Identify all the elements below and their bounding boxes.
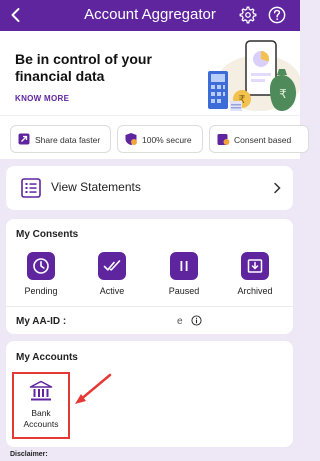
chevron-right-icon: [274, 182, 281, 194]
info-icon[interactable]: [191, 315, 202, 326]
consent-active-button[interactable]: Active: [87, 252, 137, 296]
aa-id-label: My AA-ID :: [16, 316, 67, 327]
shield-lock-icon: [125, 133, 137, 145]
consent-archived-label: Archived: [237, 286, 273, 296]
my-consents-heading: My Consents: [16, 229, 79, 240]
divider: [6, 306, 293, 307]
view-statements-card[interactable]: View Statements: [6, 166, 293, 210]
consent-active-label: Active: [99, 286, 125, 296]
consent-pending-button[interactable]: Pending: [16, 252, 66, 296]
know-more-link[interactable]: KNOW MORE: [15, 94, 69, 103]
pause-icon: [180, 261, 188, 271]
chip-label: 100% secure: [142, 135, 192, 145]
gear-icon[interactable]: [239, 6, 257, 24]
consent-archived-button[interactable]: Archived: [230, 252, 280, 296]
share-data-icon: [18, 133, 30, 145]
statement-list-icon: [21, 178, 41, 198]
chip-label: Share data faster: [35, 135, 101, 145]
consent-paused-label: Paused: [168, 286, 200, 296]
consent-icon: [217, 134, 230, 145]
consent-pending-label: Pending: [24, 286, 58, 296]
disclaimer-label: Disclaimer:: [10, 451, 48, 458]
my-consents-card: My Consents Pending Active Paused Archiv…: [6, 219, 293, 334]
chip-consent: Consent based: [209, 125, 309, 153]
consent-paused-button[interactable]: Paused: [159, 252, 209, 296]
svg-text:₹: ₹: [279, 87, 287, 101]
banner-headline: Be in control of your financial data: [15, 51, 152, 84]
clock-icon: [33, 258, 49, 274]
annotation-arrow: [75, 373, 112, 404]
aa-id-value: е: [177, 316, 183, 327]
app-header: Account Aggregator: [0, 0, 300, 31]
hero-banner: Be in control of your financial data KNO…: [0, 31, 300, 115]
my-accounts-heading: My Accounts: [16, 352, 78, 363]
financial-data-illustration: ₹ ₹: [208, 40, 300, 111]
chip-secure: 100% secure: [117, 125, 203, 153]
bank-accounts-label: Bank Accounts: [23, 408, 59, 429]
help-icon[interactable]: [268, 6, 286, 24]
chip-label: Consent based: [234, 135, 292, 145]
bank-icon: [29, 380, 53, 401]
double-check-icon: [103, 260, 121, 271]
archive-icon: [247, 259, 263, 273]
bank-accounts-button[interactable]: Bank Accounts: [12, 372, 70, 439]
feature-chips-row: Share data faster 100% secure Consent ba…: [0, 115, 309, 159]
view-statements-label: View Statements: [51, 180, 141, 194]
chip-share-data: Share data faster: [10, 125, 111, 153]
my-accounts-card: My Accounts Bank Accounts: [6, 341, 293, 447]
